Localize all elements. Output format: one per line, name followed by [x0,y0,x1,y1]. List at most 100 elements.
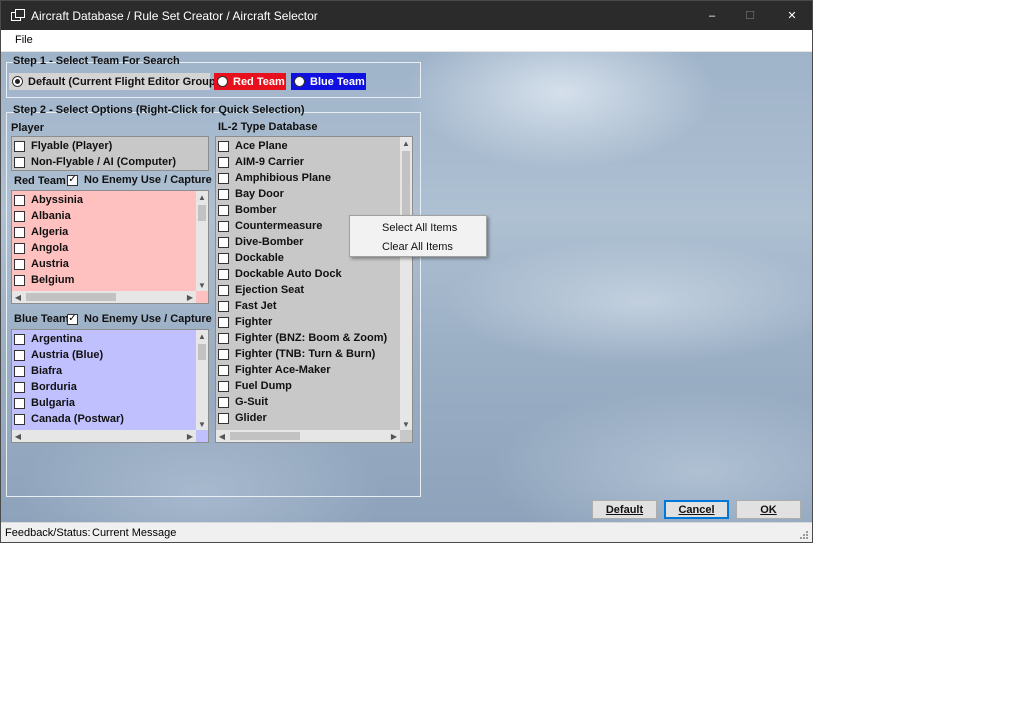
blue-team-checkbox-icon [14,349,25,361]
type-db-item-label: Fighter Ace-Maker [235,364,331,376]
red-team-item[interactable]: Austria [12,256,208,272]
blue-team-vscroll-thumb[interactable] [198,344,206,360]
blue-team-listbox: Argentina Austria (Blue) Biafra Borduria Bul… [11,329,209,443]
player-checkbox-icon [14,140,25,152]
red-team-scroll-right-icon[interactable]: ▶ [184,291,196,303]
type-db-item[interactable]: Amphibious Plane [216,170,412,186]
type-db-hscrollbar[interactable]: ◀ ▶ [216,430,400,442]
type-db-scroll-down-icon[interactable]: ▼ [400,418,412,430]
red-team-item-label: Belgium [31,274,75,286]
type-db-checkbox-icon [218,220,229,232]
window-title: Aircraft Database / Rule Set Creator / A… [31,9,318,23]
radio-blue-team[interactable]: Blue Team [291,73,366,90]
red-team-checkbox-icon [14,274,25,286]
type-db-scroll-right-icon[interactable]: ▶ [388,430,400,442]
type-db-checkbox-icon [218,204,229,216]
type-db-item[interactable]: Ace Plane [216,138,412,154]
type-db-item[interactable]: Fast Jet [216,298,412,314]
type-db-checkbox-icon [218,396,229,408]
red-team-hscroll-thumb[interactable] [26,293,116,301]
ok-button[interactable]: OK [736,500,801,519]
red-team-item-label: Angola [31,242,69,254]
blue-team-hscrollbar[interactable]: ◀ ▶ [12,430,196,442]
blue-team-item-label: Austria (Blue) [31,349,104,361]
type-db-item-label: Bomber [235,204,277,216]
blue-team-item[interactable]: Canada (Postwar) [12,411,208,427]
type-db-checkbox-icon [218,188,229,200]
red-team-hscrollbar[interactable]: ◀ ▶ [12,291,196,303]
maximize-button[interactable]: ☐ [727,1,773,30]
type-db-item[interactable]: G-Suit [216,394,412,410]
type-db-scroll-up-icon[interactable]: ▲ [400,137,412,149]
player-item-label: Flyable (Player) [31,140,113,152]
type-db-vscrollbar[interactable]: ▲ ▼ [400,137,412,430]
blue-team-scroll-right-icon[interactable]: ▶ [184,430,196,442]
blue-no-enemy-checkbox[interactable]: ✓ No Enemy Use / Capture [67,313,212,325]
red-team-item[interactable]: Albania [12,208,208,224]
type-db-item[interactable]: Fighter Ace-Maker [216,362,412,378]
blue-team-item[interactable]: Argentina [12,331,208,347]
red-team-vscrollbar[interactable]: ▲ ▼ [196,191,208,291]
player-label: Player [11,122,45,134]
red-team-item[interactable]: Angola [12,240,208,256]
default-button[interactable]: Default [592,500,657,519]
status-message: Current Message [92,527,177,539]
red-team-item-label: Algeria [31,226,69,238]
blue-team-item[interactable]: Borduria [12,379,208,395]
type-db-item-label: Amphibious Plane [235,172,331,184]
type-db-item-label: Fighter (TNB: Turn & Burn) [235,348,376,360]
player-item[interactable]: Flyable (Player) [12,138,208,154]
blue-no-enemy-check-icon: ✓ [67,313,78,325]
red-team-item[interactable]: Abyssinia [12,192,208,208]
type-db-scroll-left-icon[interactable]: ◀ [216,430,228,442]
blue-team-scroll-up-icon[interactable]: ▲ [196,330,208,342]
type-db-item[interactable]: Fighter [216,314,412,330]
blue-team-scroll-left-icon[interactable]: ◀ [12,430,24,442]
menu-file[interactable]: File [15,34,33,46]
title-bar[interactable]: Aircraft Database / Rule Set Creator / A… [1,1,812,30]
type-db-item-label: G-Suit [235,396,268,408]
player-checkbox-icon [14,156,25,168]
blue-team-label: Blue Team [14,313,69,325]
red-team-scroll-up-icon[interactable]: ▲ [196,191,208,203]
type-db-item[interactable]: Fighter (BNZ: Boom & Zoom) [216,330,412,346]
blue-team-item-label: Borduria [31,381,77,393]
close-button[interactable]: ✕ [769,1,815,30]
red-team-scroll-down-icon[interactable]: ▼ [196,279,208,291]
blue-team-scroll-down-icon[interactable]: ▼ [196,418,208,430]
red-team-scroll-left-icon[interactable]: ◀ [12,291,24,303]
radio-red-team[interactable]: Red Team [214,73,286,90]
type-db-item[interactable]: Dockable Auto Dock [216,266,412,282]
type-db-item-label: Ejection Seat [235,284,305,296]
blue-team-item[interactable]: Austria (Blue) [12,347,208,363]
maximize-icon: ☐ [745,10,755,22]
type-db-item[interactable]: Glider [216,410,412,426]
radio-red-label: Red Team [233,75,285,88]
type-db-item[interactable]: Fighter (TNB: Turn & Burn) [216,346,412,362]
red-team-vscroll-thumb[interactable] [198,205,206,221]
resize-grip-icon[interactable] [799,530,809,540]
blue-team-item[interactable]: Biafra [12,363,208,379]
type-db-item[interactable]: AIM-9 Carrier [216,154,412,170]
player-item[interactable]: Non-Flyable / AI (Computer) [12,154,208,170]
context-select-all[interactable]: Select All Items [350,218,486,237]
type-db-item[interactable]: Fuel Dump [216,378,412,394]
blue-team-item[interactable]: Bulgaria [12,395,208,411]
blue-team-vscrollbar[interactable]: ▲ ▼ [196,330,208,430]
red-team-item[interactable]: Belgium [12,272,208,288]
cancel-button[interactable]: Cancel [664,500,729,519]
client-area: Step 1 - Select Team For Search Default … [1,52,812,522]
blue-team-checkbox-icon [14,413,25,425]
type-db-item[interactable]: Ejection Seat [216,282,412,298]
context-clear-all[interactable]: Clear All Items [350,237,486,256]
red-team-item-label: Austria [31,258,69,270]
type-db-hscroll-thumb[interactable] [230,432,300,440]
blue-team-checkbox-icon [14,365,25,377]
type-db-item[interactable]: Bay Door [216,186,412,202]
blue-team-item-label: Argentina [31,333,83,345]
red-team-checkbox-icon [14,242,25,254]
radio-default-team[interactable]: Default (Current Flight Editor Group) [9,73,219,90]
type-db-checkbox-icon [218,412,229,424]
red-no-enemy-checkbox[interactable]: ✓ No Enemy Use / Capture [67,174,212,186]
red-team-item[interactable]: Algeria [12,224,208,240]
